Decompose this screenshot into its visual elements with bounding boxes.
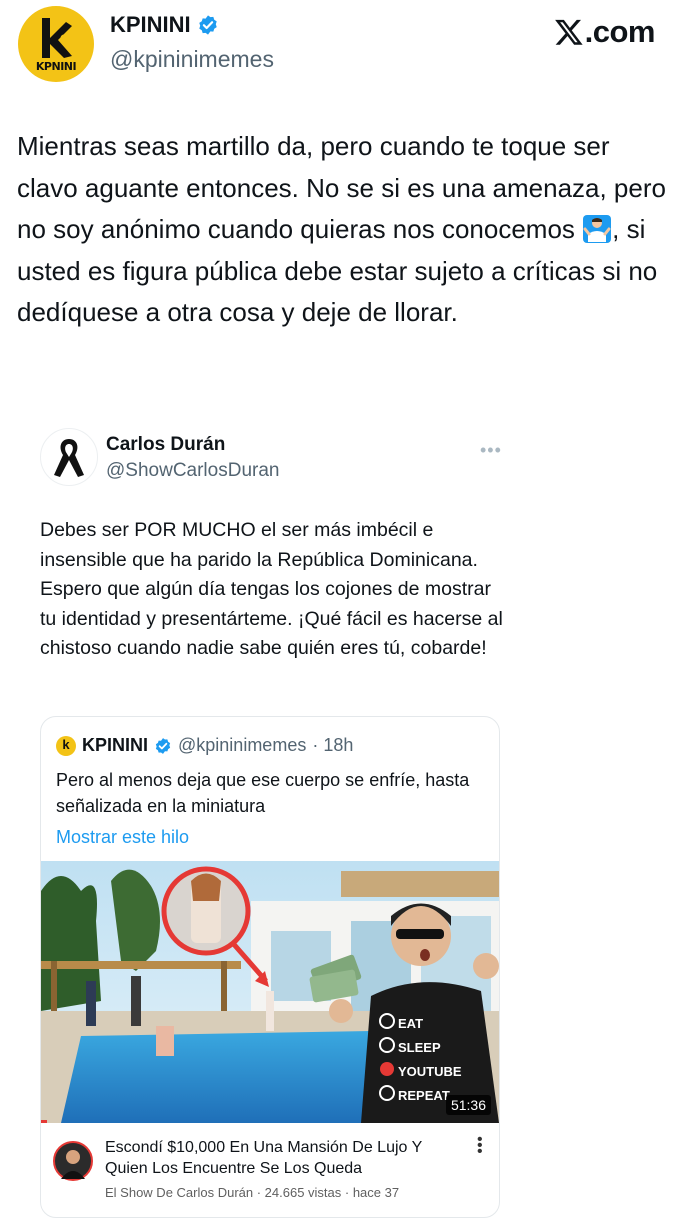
shirt-line: EAT	[398, 1016, 424, 1031]
quoted-author-name[interactable]: KPININI	[82, 735, 148, 756]
man-shrugging-emoji-icon	[583, 215, 612, 243]
quoted-timestamp[interactable]: · 18h	[312, 735, 353, 756]
verified-badge-icon	[155, 737, 171, 754]
embedded-tweet-text: Debes ser POR MUCHO el ser más imbécil e…	[40, 519, 503, 659]
embedded-avatar[interactable]	[40, 428, 98, 486]
site-domain-text: .com	[584, 14, 656, 49]
quoted-tweet-header: k KPININI @kpininimemes · 18h	[56, 735, 353, 756]
show-thread-link[interactable]: Mostrar este hilo	[56, 827, 189, 848]
embedded-author-name[interactable]: Carlos Durán	[106, 434, 225, 456]
video-meta: El Show De Carlos Durán · 24.665 vistas …	[105, 1185, 400, 1200]
video-title[interactable]: Escondí $10,000 En Una Mansión De Lujo Y…	[105, 1137, 465, 1179]
embedded-author-handle[interactable]: @ShowCarlosDuran	[106, 460, 279, 482]
quoted-tweet-text: Pero al menos deja que ese cuerpo se enf…	[56, 770, 470, 816]
kpinini-logo-icon	[42, 18, 72, 58]
quoted-avatar[interactable]: k	[56, 735, 76, 756]
channel-avatar-image	[61, 1150, 85, 1179]
black-ribbon-icon	[54, 439, 84, 477]
x-com-wordmark[interactable]: .com	[554, 14, 656, 50]
shirt-text: EAT SLEEP YOUTUBE REPEAT	[398, 1012, 462, 1108]
quoted-author-handle[interactable]: @kpininimemes	[178, 735, 306, 756]
embedded-tweet-screenshot: Carlos Durán @ShowCarlosDuran ••• Debes …	[0, 408, 691, 1218]
verified-badge-icon	[198, 15, 217, 35]
quoted-tweet-card[interactable]: k KPININI @kpininimemes · 18h Pero al me…	[40, 716, 500, 1218]
tweet-text: Mientras seas martillo da, pero cuando t…	[17, 126, 677, 334]
video-info-row: Escondí $10,000 En Una Mansión De Lujo Y…	[41, 1127, 499, 1217]
account-name[interactable]: KPININI	[110, 12, 191, 38]
video-duration-badge: 51:36	[445, 1095, 491, 1115]
x-logo-icon	[554, 19, 583, 45]
quoted-avatar-letter: k	[62, 736, 70, 752]
avatar-wordmark: KPNINI	[35, 60, 77, 73]
account-avatar[interactable]: KPNINI	[18, 6, 94, 82]
more-options-icon[interactable]: •••	[480, 440, 502, 461]
shirt-line: YOUTUBE	[398, 1064, 462, 1079]
tweet-text-part-1: Mientras seas martillo da, pero cuando t…	[17, 131, 666, 244]
account-handle[interactable]: @kpininimemes	[110, 46, 274, 73]
shirt-line: SLEEP	[398, 1040, 441, 1055]
account-name-row[interactable]: KPININI	[110, 12, 219, 38]
channel-avatar[interactable]	[53, 1141, 93, 1181]
video-more-options-icon[interactable]: • • •	[477, 1132, 483, 1160]
video-thumbnail[interactable]: EAT SLEEP YOUTUBE REPEAT 51:36	[41, 861, 499, 1123]
tweet-header: KPNINI KPININI @kpininimemes .com	[0, 0, 691, 100]
